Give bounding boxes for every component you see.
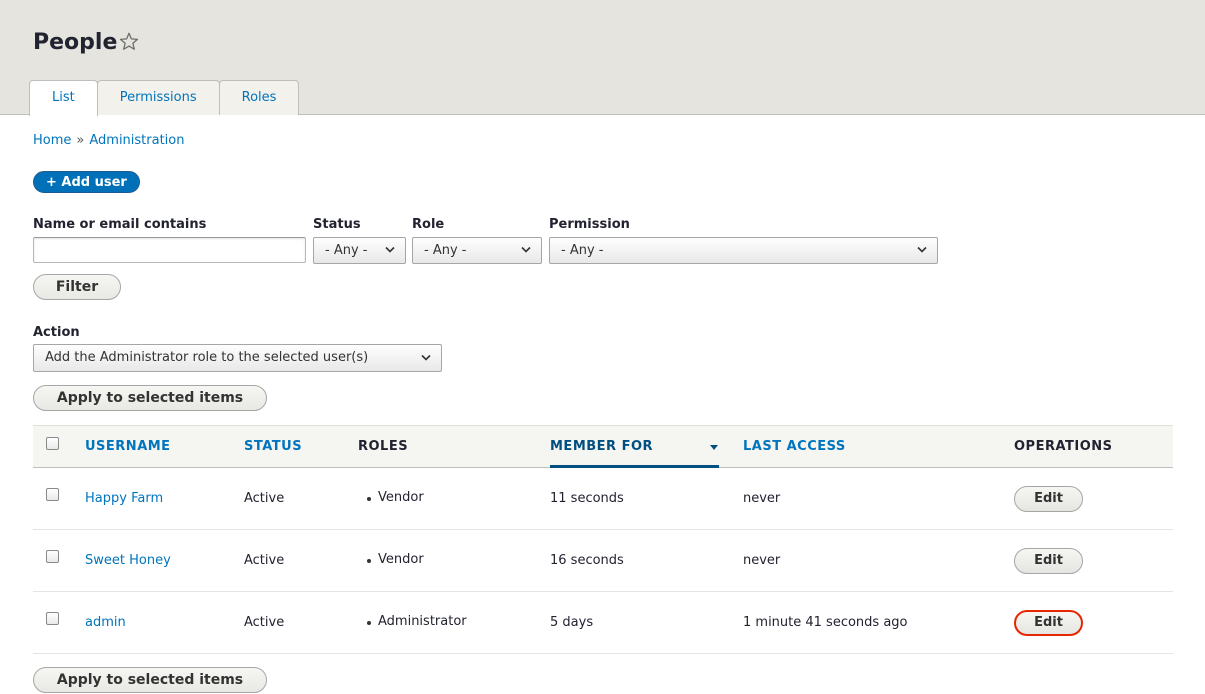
table-row: Sweet Honey Active Vendor 16 seconds nev… [33,530,1173,592]
action-select[interactable]: Add the Administrator role to the select… [33,344,442,372]
username-link[interactable]: admin [85,615,126,630]
member-for-cell: 16 seconds [550,553,624,568]
edit-button[interactable]: Edit [1014,548,1083,574]
status-select[interactable]: - Any - [313,237,406,264]
member-for-cell: 5 days [550,615,594,630]
breadcrumb-administration[interactable]: Administration [89,133,184,148]
chevron-down-icon [521,246,531,253]
bullet-icon [367,559,371,563]
status-select-value: - Any - [325,243,368,258]
tab-roles[interactable]: Roles [218,80,300,115]
filter-button[interactable]: Filter [33,274,121,300]
select-all-checkbox[interactable] [46,437,59,450]
chevron-down-icon [421,354,431,361]
column-status[interactable]: STATUS [244,439,302,454]
star-outline-icon[interactable] [118,31,140,53]
username-link[interactable]: Sweet Honey [85,553,171,568]
role-filter-label: Role [412,217,445,232]
apply-selected-button-top[interactable]: Apply to selected items [33,385,267,411]
tabs: List Permissions Roles [29,80,300,116]
member-for-cell: 11 seconds [550,491,624,506]
permission-select-value: - Any - [561,243,604,258]
action-select-value: Add the Administrator role to the select… [45,350,369,365]
tab-list[interactable]: List [29,80,98,116]
table-row: Happy Farm Active Vendor 11 seconds neve… [33,468,1173,530]
apply-selected-button-bottom[interactable]: Apply to selected items [33,667,267,693]
breadcrumb-separator: » [76,133,85,148]
page-header: People List Permissions Roles [0,0,1205,116]
row-checkbox[interactable] [46,612,59,625]
username-link[interactable]: Happy Farm [85,491,163,506]
column-member-for[interactable]: MEMBER FOR [550,439,653,454]
bullet-icon [367,621,371,625]
role-select[interactable]: - Any - [412,237,542,264]
tab-permissions[interactable]: Permissions [96,80,220,115]
role-cell: Administrator [378,614,467,629]
sort-desc-icon [710,445,718,450]
breadcrumb: Home » Administration [33,133,185,148]
table-header: USERNAME STATUS ROLES MEMBER FOR LAST AC… [33,425,1173,468]
last-access-cell: never [743,491,781,506]
permission-select[interactable]: - Any - [549,237,938,264]
add-user-button[interactable]: + Add user [33,171,140,193]
row-checkbox[interactable] [46,550,59,563]
last-access-cell: 1 minute 41 seconds ago [743,615,908,630]
last-access-cell: never [743,553,781,568]
status-cell: Active [244,491,285,506]
table-row: admin Active Administrator 5 days 1 minu… [33,592,1173,654]
permission-filter-label: Permission [549,217,630,232]
column-roles: ROLES [358,439,409,454]
edit-button[interactable]: Edit [1014,486,1083,512]
page-title: People [33,30,118,55]
role-cell: Vendor [378,552,424,567]
status-cell: Active [244,615,285,630]
bullet-icon [367,497,371,501]
role-select-value: - Any - [424,243,467,258]
column-last-access[interactable]: LAST ACCESS [743,439,846,454]
action-label: Action [33,325,80,340]
name-email-input[interactable] [33,237,306,263]
status-cell: Active [244,553,285,568]
status-filter-label: Status [313,217,361,232]
breadcrumb-home[interactable]: Home [33,133,71,148]
chevron-down-icon [917,246,927,253]
column-username[interactable]: USERNAME [85,439,171,454]
role-cell: Vendor [378,490,424,505]
row-checkbox[interactable] [46,488,59,501]
column-operations: OPERATIONS [1014,439,1113,454]
edit-button[interactable]: Edit [1014,610,1083,636]
name-filter-label: Name or email contains [33,217,207,232]
chevron-down-icon [385,246,395,253]
